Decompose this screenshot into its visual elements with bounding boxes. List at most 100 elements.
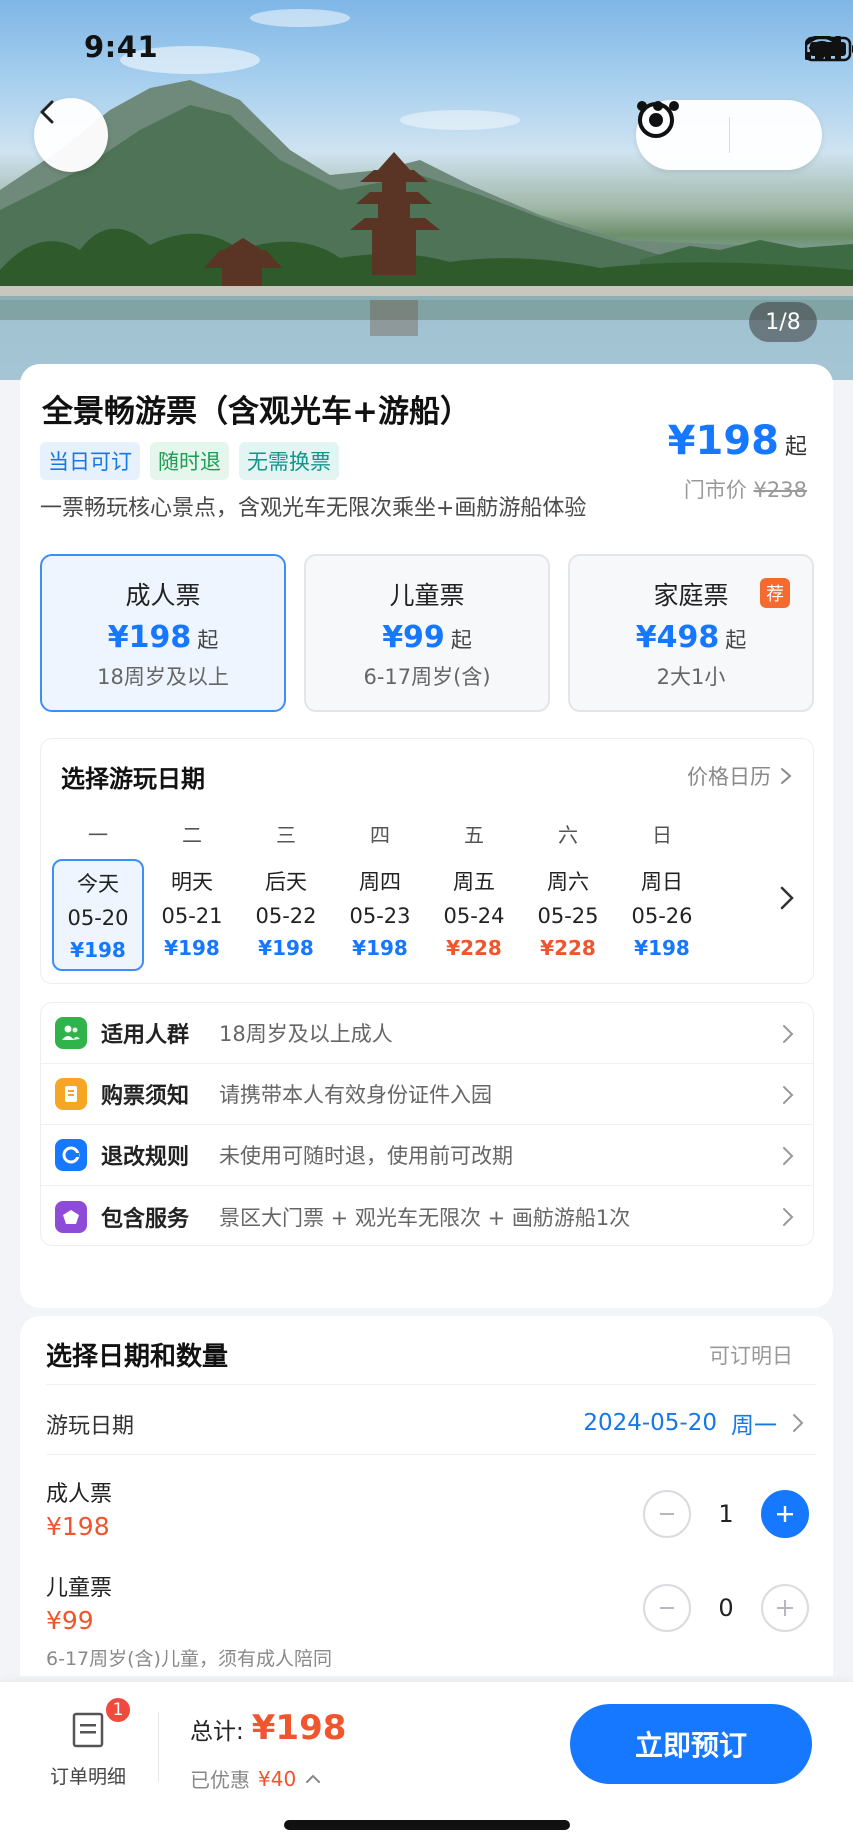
play-date-label: 游玩日期 [46, 1414, 135, 1439]
ticket-adult[interactable]: 成人票 ¥198 起 18周岁及以上 [40, 554, 286, 712]
product-price: ¥198 起 [668, 418, 807, 464]
date-option[interactable]: 四周四 05-23 ¥198 [333, 819, 427, 971]
date-option[interactable]: 二明天 05-21 ¥198 [145, 819, 239, 971]
rule-audience[interactable]: 适用人群 18周岁及以上成人 [41, 1003, 813, 1064]
total-price: 总计: ¥198 [190, 1708, 346, 1748]
rule-value: 18周岁及以上成人 [219, 1022, 393, 1046]
date-value: 05-20 [67, 906, 129, 930]
rule-value: 请携带本人有效身份证件入园 [219, 1083, 492, 1107]
discount-label: 已优惠 [190, 1768, 250, 1792]
discount-toggle[interactable]: 已优惠 ¥40 [190, 1764, 322, 1793]
date-row: 一今天 05-20 ¥198 二明天 05-21 ¥198 三后天 05-22 ¥198 四周四 0… [51, 819, 709, 971]
next-dates-button[interactable] [779, 885, 795, 915]
rule-value: 景区大门票 + 观光车无限次 + 画舫游船1次 [219, 1205, 631, 1230]
weekday-header: 四 [370, 823, 390, 847]
people-icon [55, 1017, 87, 1049]
weekday-header: 二 [182, 823, 202, 847]
market-price-label: 门市价 [683, 478, 747, 502]
battery-icon [805, 36, 853, 62]
ticket-price: ¥498 起 [635, 620, 747, 655]
rule-services[interactable]: 包含服务 景区大门票 + 观光车无限次 + 画舫游船1次 [41, 1186, 813, 1247]
child-quantity-stepper: 0 [643, 1584, 809, 1632]
date-cell[interactable]: 周日 05-26 ¥198 [616, 859, 708, 971]
date-option[interactable]: 一今天 05-20 ¥198 [51, 819, 145, 971]
ticket-name: 成人票 [125, 581, 201, 610]
tag-same-day: 当日可订 [40, 442, 140, 480]
back-button[interactable] [34, 98, 108, 172]
book-now-button[interactable]: 立即预订 [570, 1704, 812, 1784]
date-label: 后天 [265, 870, 307, 894]
product-title: 全景畅游票（含观光车+游船） [42, 394, 471, 430]
ticket-subtitle: 6-17周岁(含) [363, 665, 491, 689]
date-value: 05-24 [443, 904, 505, 928]
increase-button[interactable] [761, 1490, 809, 1538]
product-tags: 当日可订 随时退 无需换票 [40, 442, 339, 480]
date-cell[interactable]: 周六 05-25 ¥228 [522, 859, 614, 971]
date-value: 05-22 [255, 904, 317, 928]
quantity-value: 0 [718, 1594, 734, 1622]
rule-label: 适用人群 [101, 1023, 190, 1048]
child-ticket-name: 儿童票 [46, 1576, 113, 1601]
divider [158, 1712, 159, 1782]
date-option[interactable]: 五周五 05-24 ¥228 [427, 819, 521, 971]
chevron-right-icon [781, 768, 792, 784]
plus-icon [777, 1506, 793, 1522]
plus-icon [777, 1600, 793, 1616]
product-description: 一票畅玩核心景点，含观光车无限次乘坐+画舫游船体验 [40, 496, 587, 521]
decrease-button[interactable] [643, 1490, 691, 1538]
rule-notice[interactable]: 购票须知 请携带本人有效身份证件入园 [41, 1064, 813, 1125]
weekday-header: 六 [558, 823, 578, 847]
chevron-up-icon [306, 1774, 321, 1783]
chevron-right-icon [780, 886, 794, 910]
adult-ticket-price: ¥198 [46, 1512, 110, 1541]
quantity-title: 选择日期和数量 [46, 1342, 229, 1372]
decrease-button[interactable] [643, 1584, 691, 1632]
date-value: 05-21 [161, 904, 223, 928]
order-detail-button[interactable]: 1 订单明细 [38, 1696, 138, 1789]
product-price-value: ¥198 [667, 418, 779, 464]
date-cell[interactable]: 后天 05-22 ¥198 [240, 859, 332, 971]
close-miniapp-button[interactable] [638, 100, 823, 170]
date-label: 周四 [359, 870, 401, 894]
service-icon [55, 1200, 87, 1233]
date-cell[interactable]: 周四 05-23 ¥198 [334, 859, 426, 971]
date-label: 明天 [171, 870, 213, 894]
play-date-weekday: 周一 [731, 1413, 777, 1439]
ticket-price: ¥99 起 [382, 620, 472, 655]
date-value: 05-25 [537, 904, 599, 928]
date-value: 05-26 [631, 904, 693, 928]
discount-value: ¥40 [258, 1766, 297, 1791]
tag-refund: 随时退 [150, 442, 229, 480]
date-option[interactable]: 三后天 05-22 ¥198 [239, 819, 333, 971]
chevron-right-icon [783, 1147, 794, 1165]
date-cell[interactable]: 今天 05-20 ¥198 [52, 859, 144, 971]
weekday-header: 日 [652, 823, 672, 847]
date-cell[interactable]: 周五 05-24 ¥228 [428, 859, 520, 971]
date-option[interactable]: 日周日 05-26 ¥198 [615, 819, 709, 971]
ticket-price: ¥198 起 [107, 620, 219, 655]
ticket-subtitle: 18周岁及以上 [97, 665, 229, 689]
hero-image[interactable]: 9:41 1/8 [0, 0, 853, 380]
minus-icon [660, 1513, 674, 1515]
date-option[interactable]: 六周六 05-25 ¥228 [521, 819, 615, 971]
increase-button[interactable] [761, 1584, 809, 1632]
ticket-child[interactable]: 儿童票 ¥99 起 6-17周岁(含) [304, 554, 550, 712]
date-label: 周日 [641, 870, 683, 894]
play-date-selector[interactable]: 2024-05-20 周一 [583, 1406, 805, 1440]
ticket-family[interactable]: 家庭票 ¥498 起 2大1小 荐 [568, 554, 814, 712]
price-calendar-label: 价格日历 [687, 765, 771, 789]
rule-refund[interactable]: 退改规则 未使用可随时退，使用前可改期 [41, 1125, 813, 1186]
date-picker-title: 选择游玩日期 [61, 765, 205, 793]
ticket-rules-list: 适用人群 18周岁及以上成人 购票须知 请携带本人有效身份证件入园 退改规则 未… [40, 1002, 814, 1246]
price-calendar-link[interactable]: 价格日历 [687, 761, 793, 791]
miniapp-capsule [636, 100, 822, 170]
recommend-badge: 荐 [760, 578, 790, 608]
chevron-right-icon [793, 1414, 804, 1432]
play-date-value: 2024-05-20 [583, 1410, 717, 1436]
date-cell[interactable]: 明天 05-21 ¥198 [146, 859, 238, 971]
date-label: 周六 [547, 870, 589, 894]
rule-value: 未使用可随时退，使用前可改期 [219, 1144, 513, 1168]
divider [46, 1384, 816, 1385]
chevron-right-icon [783, 1025, 794, 1043]
ticket-type-selector: 成人票 ¥198 起 18周岁及以上 儿童票 ¥99 起 6-17周岁(含) 家庭票… [40, 554, 814, 712]
